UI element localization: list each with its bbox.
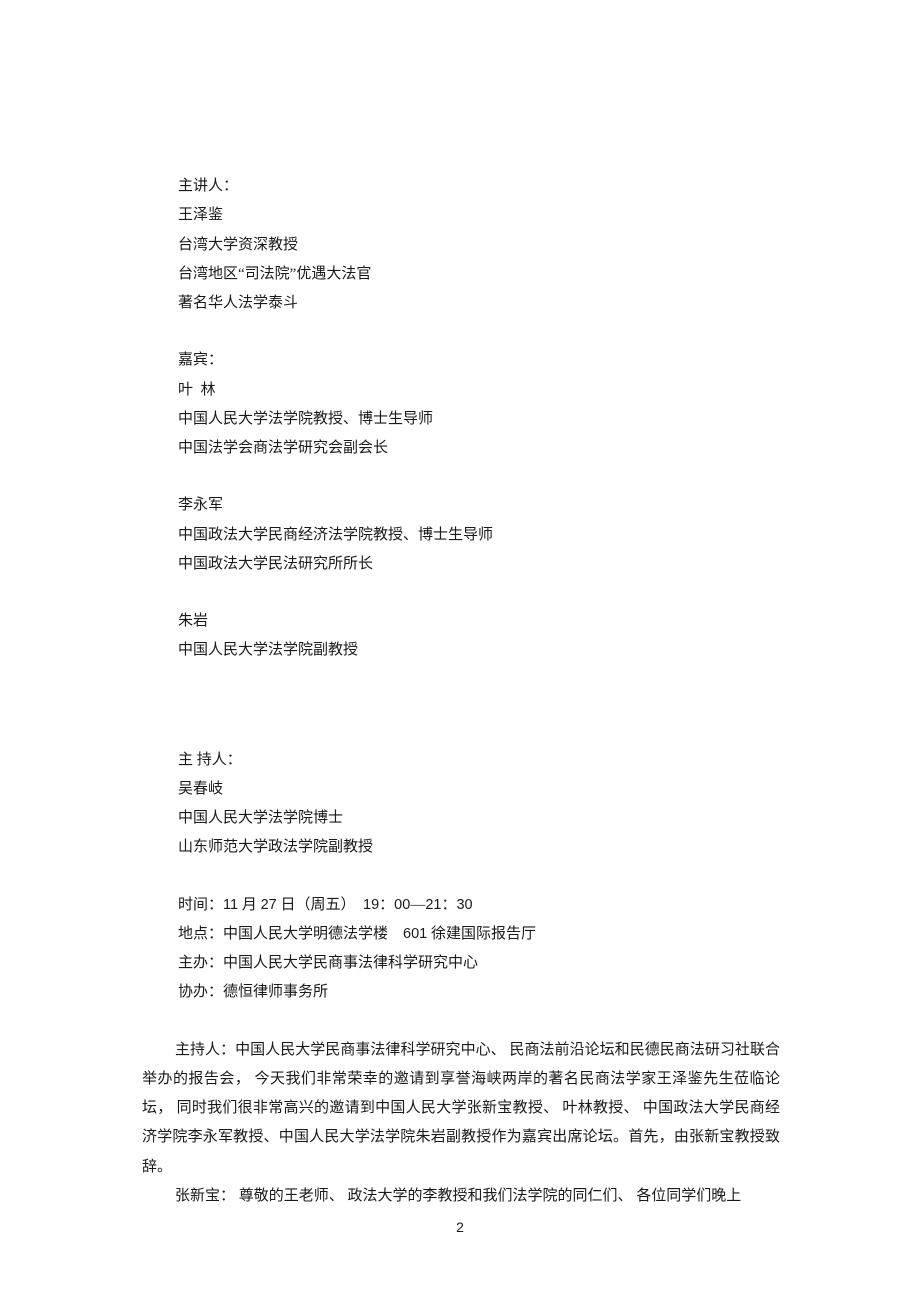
time-t4: 30 <box>456 897 472 913</box>
body-text: 主持人：中国人民大学民商事法律科学研究中心、 民商法前沿论坛和民德民商法研习社联… <box>142 1036 780 1212</box>
place-num: 601 <box>403 926 427 942</box>
body-p2: 张新宝： 尊敬的王老师、 政法大学的李教授和我们法学院的同仁们、 各位同学们晚上 <box>142 1182 780 1211</box>
speaker-title-2: 台湾地区“司法院”优遇大法官 <box>178 260 780 289</box>
info-place: 地点：中国人民大学明德法学楼 601 徐建国际报告厅 <box>178 920 780 949</box>
place-sep: 点： <box>193 926 223 942</box>
co-value: 德恒律师事务所 <box>223 984 328 1000</box>
guest-3-block: 朱岩 中国人民大学法学院副教授 <box>178 607 780 666</box>
page-number: 2 <box>0 1214 920 1241</box>
speaker-title-1: 台湾大学资深教授 <box>178 231 780 260</box>
time-month: 11 <box>223 897 238 913</box>
info-block: 时间：11 月 27 日（周五） 19：00—21：30 地点：中国人民大学明德… <box>178 891 780 1008</box>
time-t1: 19 <box>363 897 379 913</box>
time-t3: 21 <box>425 897 441 913</box>
guest-1-title-1: 中国人民大学法学院教授、博士生导师 <box>178 405 780 434</box>
info-time: 时间：11 月 27 日（周五） 19：00—21：30 <box>178 891 780 920</box>
time-dash: — <box>410 897 425 913</box>
speaker-heading: 主讲人： <box>178 172 780 201</box>
place-v1: 中国人民大学明德法学楼 <box>223 926 403 942</box>
time-c1: ： <box>379 897 394 913</box>
time-day: 27 <box>261 897 277 913</box>
host-title-1: 中国人民大学法学院博士 <box>178 804 780 833</box>
guests-block: 嘉宾： 叶 林 中国人民大学法学院教授、博士生导师 中国法学会商法学研究会副会长 <box>178 346 780 463</box>
co-sep: 办： <box>193 984 223 1000</box>
info-organizer: 主办：中国人民大学民商事法律科学研究中心 <box>178 949 780 978</box>
host-heading: 主 持人： <box>178 746 780 775</box>
place-v2: 徐建国际报告厅 <box>427 926 536 942</box>
guest-3-name: 朱岩 <box>178 607 780 636</box>
guest-2-title-1: 中国政法大学民商经济法学院教授、博士生导师 <box>178 521 780 550</box>
host-title-2: 山东师范大学政法学院副教授 <box>178 833 780 862</box>
time-mid1: 月 <box>238 897 261 913</box>
org-sep: 办： <box>193 955 223 971</box>
speaker-block: 主讲人： 王泽鉴 台湾大学资深教授 台湾地区“司法院”优遇大法官 著名华人法学泰… <box>178 172 780 318</box>
guest-2-name: 李永军 <box>178 491 780 520</box>
guest-2-title-2: 中国政法大学民法研究所所长 <box>178 550 780 579</box>
info-coorganizer: 协办：德恒律师事务所 <box>178 978 780 1007</box>
time-c2: ： <box>441 897 456 913</box>
host-name: 吴春岐 <box>178 775 780 804</box>
guest-2-block: 李永军 中国政法大学民商经济法学院教授、博士生导师 中国政法大学民法研究所所长 <box>178 491 780 579</box>
speaker-name: 王泽鉴 <box>178 201 780 230</box>
time-sep: 间： <box>193 897 223 913</box>
guest-3-title-1: 中国人民大学法学院副教授 <box>178 636 780 665</box>
guests-heading: 嘉宾： <box>178 346 780 375</box>
host-block: 主 持人： 吴春岐 中国人民大学法学院博士 山东师范大学政法学院副教授 <box>178 746 780 863</box>
body-p1: 主持人：中国人民大学民商事法律科学研究中心、 民商法前沿论坛和民德民商法研习社联… <box>142 1036 780 1182</box>
org-value: 中国人民大学民商事法律科学研究中心 <box>223 955 478 971</box>
time-t2: 00 <box>394 897 410 913</box>
guest-1-title-2: 中国法学会商法学研究会副会长 <box>178 434 780 463</box>
time-mid2: 日（周五） <box>277 897 363 913</box>
speaker-title-3: 著名华人法学泰斗 <box>178 289 780 318</box>
guest-1-name: 叶 林 <box>178 376 780 405</box>
